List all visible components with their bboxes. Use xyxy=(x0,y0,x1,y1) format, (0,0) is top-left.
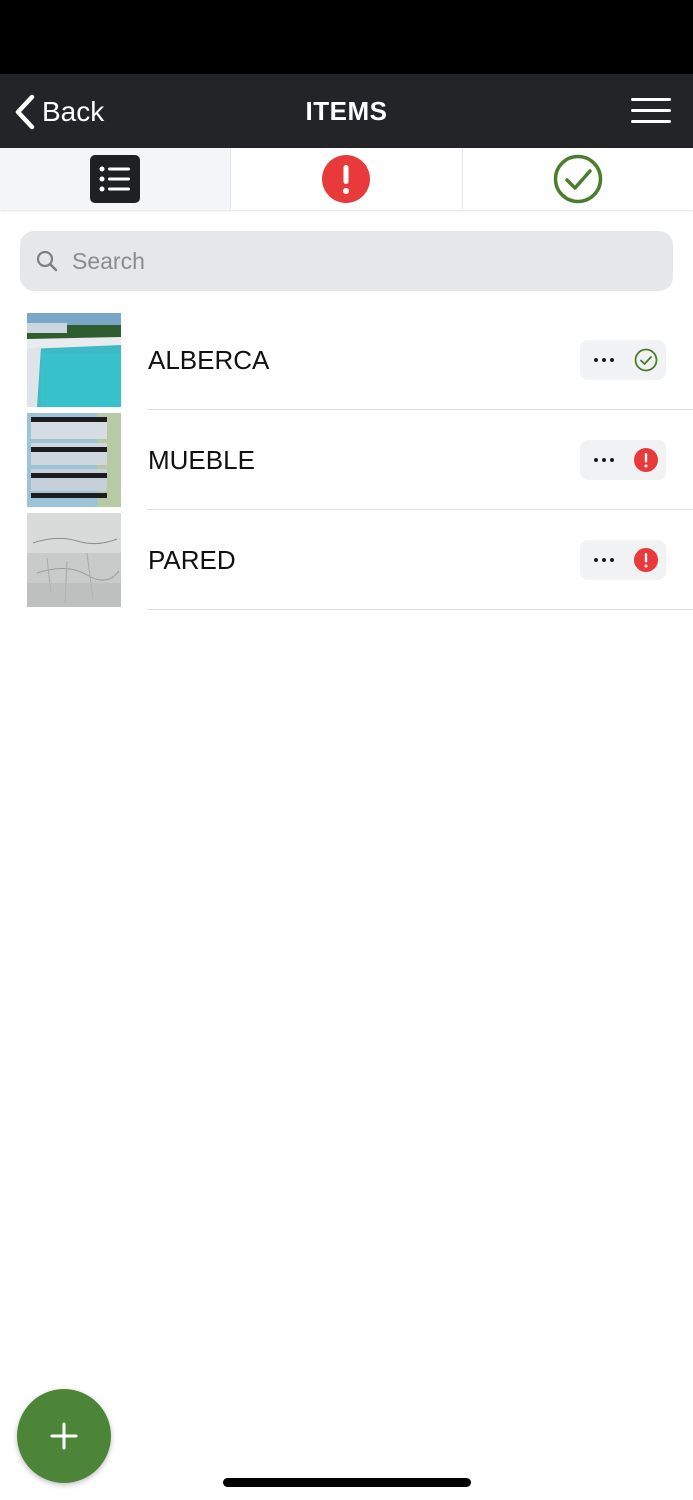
plus-icon xyxy=(50,1422,78,1450)
check-circle-icon xyxy=(634,348,658,372)
filter-tab-bar xyxy=(0,148,693,210)
list-item[interactable]: ALBERCA xyxy=(0,312,693,412)
drawers-photo xyxy=(27,413,121,507)
tab-completed[interactable] xyxy=(461,148,693,210)
pool-photo xyxy=(27,313,121,407)
item-label: ALBERCA xyxy=(148,345,270,375)
items-list: ALBERCA MUEBLE PARED xyxy=(0,312,693,612)
list-item[interactable]: PARED xyxy=(0,512,693,612)
item-actions-button[interactable] xyxy=(580,540,666,580)
nav-bar: Back ITEMS xyxy=(0,74,693,148)
alert-icon xyxy=(322,155,371,203)
list-icon xyxy=(90,155,141,203)
check-circle-icon xyxy=(553,154,603,204)
search-icon xyxy=(36,250,58,272)
search-input[interactable] xyxy=(70,230,673,292)
wall-photo xyxy=(27,513,121,607)
back-button[interactable]: Back xyxy=(14,92,104,132)
more-icon xyxy=(594,558,614,562)
item-actions-button[interactable] xyxy=(580,340,666,380)
alert-icon xyxy=(634,448,658,472)
more-icon xyxy=(594,358,614,362)
home-indicator xyxy=(223,1478,471,1487)
item-actions-button[interactable] xyxy=(580,440,666,480)
more-icon xyxy=(594,458,614,462)
alert-icon xyxy=(634,548,658,572)
status-bar xyxy=(0,0,693,74)
tab-all-items[interactable] xyxy=(0,148,231,210)
chevron-left-icon xyxy=(15,94,35,130)
divider xyxy=(147,409,693,410)
item-label: PARED xyxy=(148,545,236,575)
list-item[interactable]: MUEBLE xyxy=(0,412,693,512)
divider xyxy=(147,609,693,610)
hamburger-menu-icon xyxy=(631,98,671,101)
divider xyxy=(147,509,693,510)
menu-button[interactable] xyxy=(631,96,671,126)
back-label: Back xyxy=(42,96,105,127)
tab-issues[interactable] xyxy=(230,148,461,210)
search-bar xyxy=(20,230,673,292)
add-item-button[interactable] xyxy=(17,1389,111,1483)
item-label: MUEBLE xyxy=(148,445,255,475)
